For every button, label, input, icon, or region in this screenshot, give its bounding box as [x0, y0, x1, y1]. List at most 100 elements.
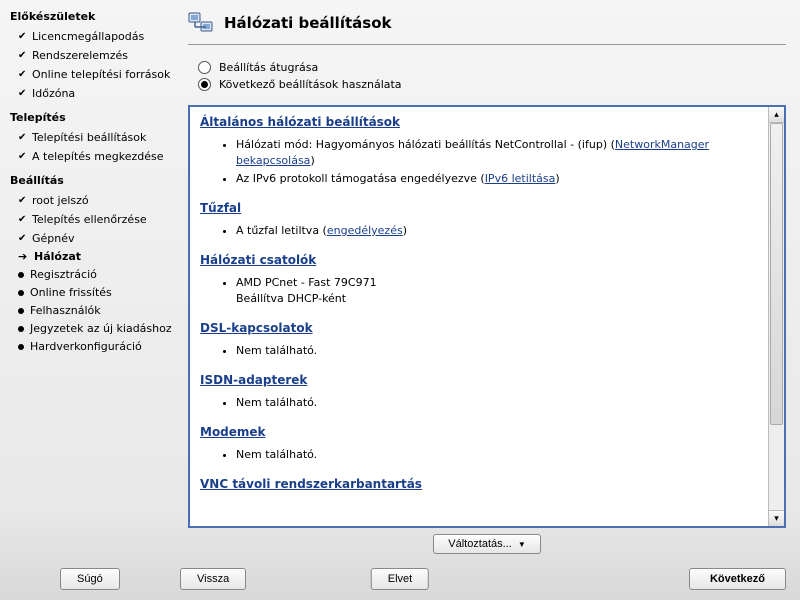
- arrow-right-icon: [18, 249, 28, 265]
- sidebar-item-label: Jegyzetek az új kiadáshoz: [30, 321, 172, 337]
- page-title: Hálózati beállítások: [224, 14, 391, 32]
- sidebar-item: Online frissítés: [10, 284, 172, 302]
- check-icon: [18, 148, 26, 165]
- sidebar-item: Jegyzetek az új kiadáshoz: [10, 320, 172, 338]
- radio-skip[interactable]: Beállítás átugrása: [198, 59, 786, 76]
- sidebar-item-label: Hardverkonfiguráció: [30, 339, 142, 355]
- sidebar-item-label: Felhasználók: [30, 303, 101, 319]
- dot-icon: [18, 326, 24, 332]
- content-frame: Általános hálózati beállítások Hálózati …: [188, 105, 786, 528]
- sidebar-item-label: A telepítés megkezdése: [32, 149, 164, 165]
- button-label: Változtatás...: [448, 538, 512, 550]
- check-icon: [18, 192, 26, 209]
- radio-icon-selected: [198, 78, 211, 91]
- check-icon: [18, 230, 26, 247]
- check-icon: [18, 211, 26, 228]
- check-icon: [18, 47, 26, 64]
- sidebar-item-label: Gépnév: [32, 231, 75, 247]
- section-firewall-heading[interactable]: Tűzfal: [200, 201, 241, 215]
- dsl-line: Nem található.: [236, 343, 758, 359]
- sidebar-item-label: root jelszó: [32, 193, 89, 209]
- scroll-thumb[interactable]: [770, 123, 783, 425]
- sidebar-item-current: Hálózat: [10, 248, 172, 266]
- button-label: Következő: [710, 573, 765, 585]
- check-icon: [18, 85, 26, 102]
- sidebar-section-title: Telepítés: [10, 111, 172, 124]
- text: Beállítva DHCP-ként: [236, 292, 346, 305]
- change-button[interactable]: Változtatás... ▼: [433, 534, 541, 554]
- radio-label: Beállítás átugrása: [219, 61, 318, 74]
- text: ): [310, 154, 314, 167]
- sidebar-item: Felhasználók: [10, 302, 172, 320]
- sidebar-item-label: Hálózat: [34, 249, 81, 265]
- text: ): [403, 224, 407, 237]
- button-label: Vissza: [197, 573, 229, 585]
- network-icon: [188, 10, 214, 36]
- content-scroll: Általános hálózati beállítások Hálózati …: [190, 107, 768, 526]
- sidebar-item: Regisztráció: [10, 266, 172, 284]
- sidebar-item-label: Telepítés ellenőrzése: [32, 212, 147, 228]
- back-button[interactable]: Vissza: [180, 568, 246, 590]
- sidebar-item-label: Online frissítés: [30, 285, 112, 301]
- change-button-row: Változtatás... ▼: [188, 534, 786, 554]
- sidebar-item: root jelszó: [10, 191, 172, 210]
- radio-label: Következő beállítások használata: [219, 78, 402, 91]
- next-button[interactable]: Következő: [689, 568, 786, 590]
- check-icon: [18, 66, 26, 83]
- firewall-enable-link[interactable]: engedélyezés: [327, 224, 403, 237]
- sidebar-item: Hardverkonfiguráció: [10, 338, 172, 356]
- dot-icon: [18, 308, 24, 314]
- check-icon: [18, 28, 26, 45]
- sidebar: Előkészületek Licencmegállapodás Rendsze…: [0, 0, 178, 560]
- sidebar-section-title: Előkészületek: [10, 10, 172, 23]
- section-interfaces-heading[interactable]: Hálózati csatolók: [200, 253, 316, 267]
- dot-icon: [18, 290, 24, 296]
- main-header: Hálózati beállítások: [188, 10, 786, 45]
- ipv6-disable-link[interactable]: IPv6 letiltása: [485, 172, 556, 185]
- radio-icon: [198, 61, 211, 74]
- sidebar-section-title: Beállítás: [10, 174, 172, 187]
- text: A tűzfal letiltva (: [236, 224, 327, 237]
- section-isdn-heading[interactable]: ISDN-adapterek: [200, 373, 307, 387]
- section-general-heading[interactable]: Általános hálózati beállítások: [200, 115, 400, 129]
- firewall-line: A tűzfal letiltva (engedélyezés): [236, 223, 758, 239]
- text: Hálózati mód: Hagyományos hálózati beáll…: [236, 138, 615, 151]
- dot-icon: [18, 344, 24, 350]
- dot-icon: [18, 272, 24, 278]
- sidebar-item: Rendszerelemzés: [10, 46, 172, 65]
- scroll-down-icon[interactable]: ▾: [769, 510, 784, 526]
- text: Az IPv6 protokoll támogatása engedélyezv…: [236, 172, 485, 185]
- section-dsl-heading[interactable]: DSL-kapcsolatok: [200, 321, 313, 335]
- sidebar-item: Gépnév: [10, 229, 172, 248]
- radio-use[interactable]: Következő beállítások használata: [198, 76, 786, 93]
- scroll-track[interactable]: [769, 123, 784, 510]
- sidebar-item: Licencmegállapodás: [10, 27, 172, 46]
- main-panel: Hálózati beállítások Beállítás átugrása …: [178, 0, 800, 560]
- isdn-line: Nem található.: [236, 395, 758, 411]
- content-frame-wrap: Általános hálózati beállítások Hálózati …: [188, 105, 786, 554]
- section-vnc-heading[interactable]: VNC távoli rendszerkarbantartás: [200, 477, 422, 491]
- interface-line: AMD PCnet - Fast 79C971 Beállítva DHCP-k…: [236, 275, 758, 307]
- sidebar-item: Telepítés ellenőrzése: [10, 210, 172, 229]
- sidebar-item: Online telepítési források: [10, 65, 172, 84]
- scroll-up-icon[interactable]: ▴: [769, 107, 784, 123]
- abort-button[interactable]: Elvet: [371, 568, 429, 590]
- section-modems-heading[interactable]: Modemek: [200, 425, 266, 439]
- sidebar-item-label: Licencmegállapodás: [32, 29, 144, 45]
- button-label: Súgó: [77, 573, 103, 585]
- sidebar-item-label: Regisztráció: [30, 267, 97, 283]
- text: ): [555, 172, 559, 185]
- help-button[interactable]: Súgó: [60, 568, 120, 590]
- sidebar-item: Időzóna: [10, 84, 172, 103]
- sidebar-item-label: Telepítési beállítások: [32, 130, 146, 146]
- button-label: Elvet: [388, 573, 412, 585]
- sidebar-item-label: Online telepítési források: [32, 67, 170, 83]
- sidebar-item-label: Rendszerelemzés: [32, 48, 128, 64]
- general-mode-line: Hálózati mód: Hagyományos hálózati beáll…: [236, 137, 758, 169]
- general-ipv6-line: Az IPv6 protokoll támogatása engedélyezv…: [236, 171, 758, 187]
- sidebar-item-label: Időzóna: [32, 86, 75, 102]
- chevron-down-icon: ▼: [518, 540, 526, 549]
- footer: Súgó Vissza Elvet Következő: [0, 560, 800, 600]
- check-icon: [18, 129, 26, 146]
- scrollbar[interactable]: ▴ ▾: [768, 107, 784, 526]
